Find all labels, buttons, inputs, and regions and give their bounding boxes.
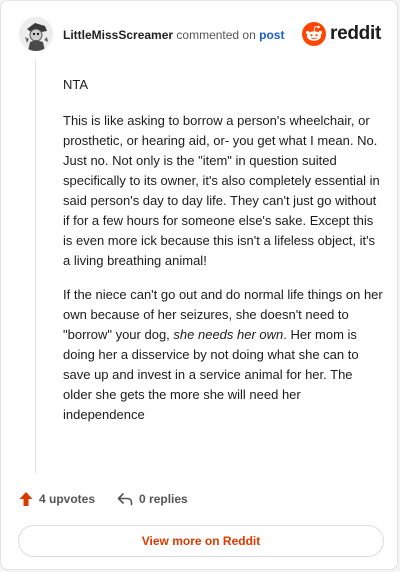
upvote-count: 4 upvotes — [39, 492, 96, 506]
comment-paragraph: NTA — [63, 77, 89, 92]
upvote-button[interactable]: 4 upvotes — [19, 491, 95, 507]
reddit-brand[interactable]: reddit — [302, 22, 381, 46]
author-name[interactable]: LittleMissScreamer — [63, 28, 173, 42]
avatar[interactable] — [19, 17, 53, 51]
comment-header: LittleMissScreamer commented on post red… — [19, 17, 381, 51]
thread-line — [35, 59, 36, 473]
comment-card: LittleMissScreamer commented on post red… — [0, 0, 398, 570]
comment-paragraph: This is like asking to borrow a person's… — [63, 113, 380, 268]
reply-icon — [117, 493, 133, 506]
replies-button[interactable]: 0 replies — [117, 492, 188, 506]
post-link[interactable]: post — [259, 28, 284, 42]
comment-meta: LittleMissScreamer commented on post — [63, 28, 284, 42]
action-text: commented on — [176, 28, 256, 42]
comment-body: NTA This is like asking to borrow a pers… — [63, 75, 383, 439]
emphasized-text: she needs her own — [173, 327, 284, 342]
reddit-wordmark: reddit — [330, 23, 381, 44]
reddit-logo-icon — [302, 22, 327, 46]
comment-actions: 4 upvotes 0 replies — [19, 489, 188, 509]
view-more-button[interactable]: View more on Reddit — [18, 525, 384, 557]
upvote-icon — [19, 492, 33, 506]
comment-paragraph: If the niece can't go out and do normal … — [63, 285, 383, 425]
reply-count: 0 replies — [139, 492, 188, 506]
